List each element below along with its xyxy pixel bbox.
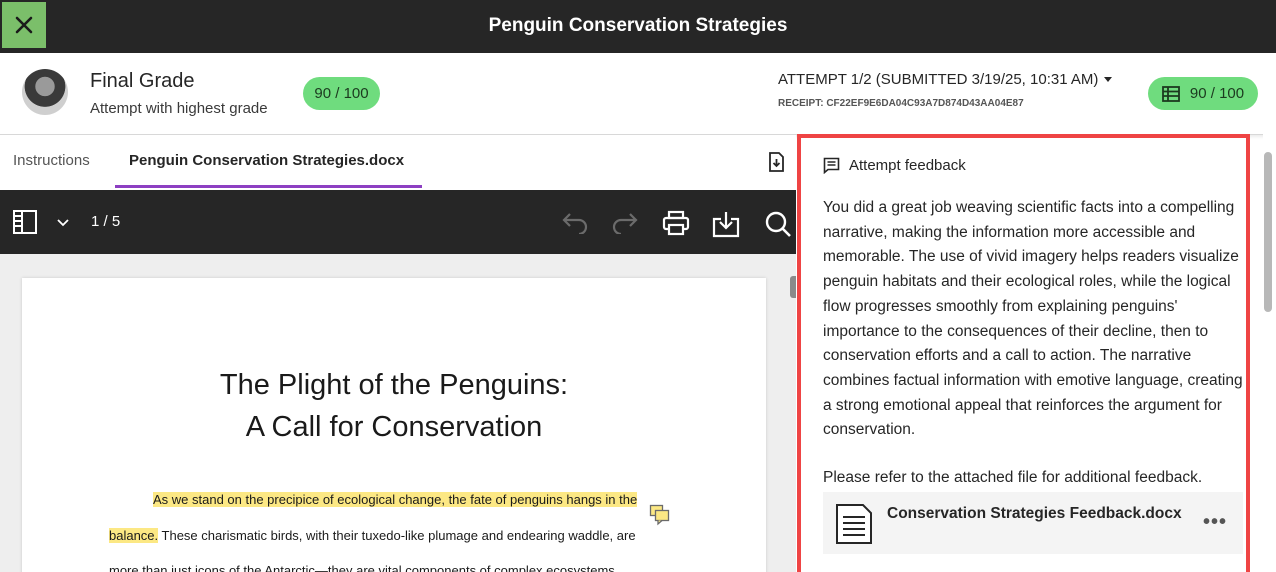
receipt-text: RECEIPT: CF22EF9E6DA04C93A7D874D43AA04E8… (778, 98, 1024, 109)
chevron-down-icon[interactable] (57, 219, 69, 227)
final-grade-subtitle: Attempt with highest grade (90, 100, 268, 117)
tab-document[interactable]: Penguin Conservation Strategies.docx (129, 152, 404, 169)
final-grade-score: 90 / 100 (303, 77, 380, 110)
feedback-body: You did a great job weaving scientific f… (823, 199, 1243, 439)
download-icon[interactable] (712, 210, 740, 238)
feedback-heading: Attempt feedback (849, 157, 966, 174)
paragraph-text: These charismatic birds, with their tuxe… (158, 528, 636, 543)
active-tab-indicator (115, 185, 422, 188)
tab-bar: Instructions Penguin Conservation Strate… (0, 135, 796, 188)
sidebar-toggle-icon[interactable] (12, 209, 38, 235)
document-viewer[interactable]: The Plight of the Penguins: A Call for C… (0, 254, 796, 572)
document-file-icon (836, 504, 872, 544)
grade-icon (1161, 85, 1180, 102)
feedback-icon (823, 157, 840, 174)
paragraph-line: balance. These charismatic birds, with t… (109, 528, 636, 543)
top-bar: Penguin Conservation Strategies (0, 0, 1276, 53)
redo-icon[interactable] (611, 210, 639, 234)
final-grade-label: Final Grade (90, 70, 195, 92)
search-icon[interactable] (764, 210, 792, 238)
document-page: The Plight of the Penguins: A Call for C… (22, 278, 766, 572)
attempt-feedback-panel: Attempt feedback You did a great job wea… (797, 134, 1250, 572)
document-title-line2: A Call for Conservation (245, 411, 543, 443)
panel-scrollbar-thumb[interactable] (1264, 152, 1272, 312)
more-options-button[interactable]: ••• (1203, 511, 1227, 534)
highlighted-text[interactable]: balance. (109, 528, 159, 543)
undo-icon[interactable] (561, 210, 589, 234)
comment-icon[interactable] (649, 504, 671, 526)
attachment-name[interactable]: Conservation Strategies Feedback.docx (887, 501, 1187, 526)
page-title: Penguin Conservation Strategies (488, 15, 788, 36)
document-toolbar: 1 / 5 (0, 190, 796, 254)
avatar (22, 69, 68, 115)
viewer-scrollbar[interactable] (790, 276, 796, 298)
feedback-note: Please refer to the attached file for ad… (823, 469, 1203, 486)
grade-bar: Final Grade Attempt with highest grade 9… (0, 53, 1276, 135)
highlighted-text[interactable]: As we stand on the precipice of ecologic… (153, 492, 638, 507)
attempt-selector[interactable]: ATTEMPT 1/2 (SUBMITTED 3/19/25, 10:31 AM… (778, 71, 1113, 88)
tab-instructions[interactable]: Instructions (13, 152, 90, 169)
attempt-score-label: 90 / 100 (1189, 85, 1245, 102)
attachment-item[interactable]: Conservation Strategies Feedback.docx ••… (823, 492, 1243, 554)
document-title-line1: The Plight of the Penguins: (219, 369, 569, 401)
chevron-down-icon (1104, 77, 1113, 82)
page-indicator: 1 / 5 (91, 213, 121, 230)
attempt-label: ATTEMPT 1/2 (SUBMITTED 3/19/25, 10:31 AM… (778, 71, 1099, 88)
paragraph-line: more than just icons of the Antarctic—th… (109, 563, 615, 572)
print-icon[interactable] (662, 210, 690, 236)
download-icon[interactable] (767, 152, 785, 172)
feedback-header: Attempt feedback (823, 157, 966, 174)
attempt-score-button[interactable]: 90 / 100 (1148, 77, 1258, 110)
